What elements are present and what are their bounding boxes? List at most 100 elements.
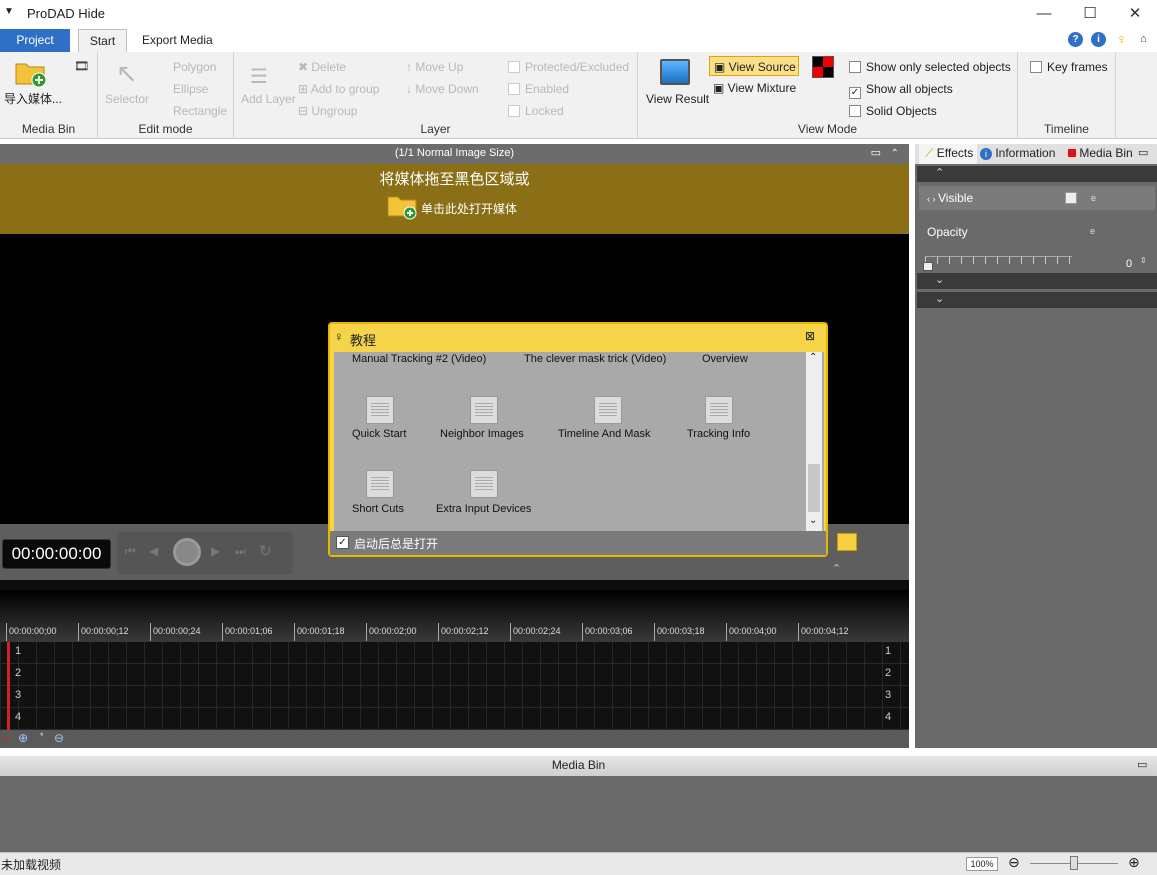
- locked-label: Locked: [525, 104, 564, 118]
- media-bin-area[interactable]: [0, 776, 1157, 852]
- color-swatch-icon[interactable]: [812, 56, 834, 78]
- add-to-group-button[interactable]: ⊞ Add to group: [298, 82, 379, 96]
- scroll-up-icon[interactable]: ⌃: [809, 352, 817, 363]
- ungroup-button[interactable]: ⊟ Ungroup: [298, 104, 357, 118]
- film-strip-icon[interactable]: 🎞: [74, 59, 89, 73]
- ungroup-label: Ungroup: [311, 104, 358, 118]
- play-button[interactable]: [173, 538, 201, 566]
- scrollbar-thumb[interactable]: [808, 464, 820, 512]
- locked-checkbox[interactable]: Locked: [508, 104, 564, 118]
- close-icon[interactable]: ⊠: [805, 329, 815, 343]
- close-button[interactable]: ✕: [1112, 0, 1157, 28]
- expand-section-icon[interactable]: ⌄: [917, 292, 1157, 308]
- view-mixture-button[interactable]: ▣ View Mixture: [713, 81, 796, 95]
- minimize-button[interactable]: —: [1021, 0, 1067, 28]
- protected-checkbox[interactable]: Protected/Excluded: [508, 60, 629, 74]
- magnet-icon[interactable]: ∩: [2, 731, 11, 745]
- maximize-panel-icon[interactable]: ▭: [1137, 756, 1147, 775]
- maximize-panel-icon[interactable]: ▭: [1138, 144, 1148, 164]
- import-media-button[interactable]: 导入媒体...: [4, 90, 62, 107]
- tutorial-item[interactable]: Extra Input Devices: [436, 470, 556, 530]
- delete-button[interactable]: ✖ Delete: [298, 60, 346, 74]
- selector-button[interactable]: Selector: [105, 92, 149, 106]
- ellipse-button[interactable]: Ellipse: [173, 82, 208, 96]
- tab-media-bin[interactable]: Media Bin: [1068, 144, 1133, 164]
- export-frame-icon[interactable]: [837, 533, 857, 551]
- tab-export-media[interactable]: Export Media: [134, 29, 221, 52]
- zoom-out-icon[interactable]: ⊖: [54, 731, 64, 745]
- zoom-out-icon[interactable]: ⊖: [1008, 854, 1020, 871]
- move-up-button[interactable]: ↑ Move Up: [406, 60, 463, 74]
- step-forward-icon[interactable]: ▶: [211, 544, 220, 558]
- zoom-in-icon[interactable]: ⊕: [1128, 854, 1140, 871]
- timeline-track[interactable]: 44: [0, 708, 909, 730]
- move-down-button[interactable]: ↓ Move Down: [406, 82, 479, 96]
- enabled-checkbox[interactable]: Enabled: [508, 82, 569, 96]
- scroll-down-icon[interactable]: ⌄: [809, 515, 817, 526]
- opacity-slider[interactable]: [925, 256, 1072, 264]
- go-end-icon[interactable]: ⏭: [235, 544, 246, 559]
- timeline-track[interactable]: 22: [0, 664, 909, 686]
- spinner-icon[interactable]: ⇕: [1140, 256, 1147, 265]
- tab-effects[interactable]: ⟋ Effects: [919, 144, 977, 164]
- tab-project[interactable]: Project: [0, 29, 70, 52]
- scrollbar[interactable]: ⌃ ⌄: [806, 352, 822, 531]
- reset-icon[interactable]: e: [1091, 186, 1096, 210]
- info-icon[interactable]: i: [1091, 32, 1106, 47]
- solid-objects-checkbox[interactable]: Solid Objects: [849, 104, 937, 118]
- zoom-in-icon[interactable]: ⊕: [18, 731, 28, 745]
- expand-up-icon[interactable]: ⌃: [832, 562, 841, 575]
- timeline-track[interactable]: 11: [0, 642, 909, 664]
- zoom-slider-thumb[interactable]: [1070, 856, 1078, 870]
- ribbon-group-timeline: Key frames Timeline: [1018, 52, 1116, 139]
- go-start-icon[interactable]: ⏮: [125, 544, 136, 559]
- visible-checkbox[interactable]: [1065, 192, 1077, 204]
- show-all-checkbox[interactable]: ✓ Show all objects: [849, 82, 953, 99]
- timeline-track[interactable]: 33: [0, 686, 909, 708]
- group-label-media-bin: Media Bin: [21, 122, 76, 136]
- tutorial-item[interactable]: Neighbor Images: [440, 396, 560, 456]
- collapse-ribbon-icon[interactable]: ⌂: [1136, 32, 1151, 47]
- view-result-button[interactable]: View Result: [646, 92, 709, 106]
- tutorial-item-label[interactable]: Overview: [702, 353, 748, 365]
- move-down-label: Move Down: [415, 82, 479, 96]
- opacity-slider-thumb[interactable]: [923, 262, 933, 271]
- import-media-icon[interactable]: [14, 58, 47, 88]
- expand-section-icon[interactable]: ⌄: [917, 273, 1157, 289]
- system-menu-icon[interactable]: ▼: [4, 6, 14, 17]
- add-layer-icon[interactable]: ☰: [250, 64, 268, 89]
- startup-checkbox[interactable]: ✓: [336, 536, 349, 549]
- tab-information[interactable]: i Information: [980, 144, 1055, 164]
- maximize-button[interactable]: ☐: [1067, 0, 1113, 28]
- show-selected-checkbox[interactable]: Show only selected objects: [849, 60, 1011, 74]
- loop-icon[interactable]: ↻: [259, 542, 272, 560]
- view-mixture-icon: ▣: [713, 81, 728, 95]
- tutorial-item[interactable]: Timeline And Mask: [558, 396, 678, 456]
- ribbon-group-layer: ☰ Add Layer ✖ Delete ⊞ Add to group ⊟ Un…: [234, 52, 638, 139]
- tab-start[interactable]: Start: [78, 29, 127, 53]
- polygon-button[interactable]: Polygon: [173, 60, 216, 74]
- playhead[interactable]: [7, 642, 10, 730]
- step-back-icon[interactable]: ◀: [149, 544, 158, 558]
- key-frames-checkbox[interactable]: Key frames: [1030, 60, 1108, 74]
- view-source-button[interactable]: ▣ View Source: [709, 56, 799, 76]
- zoom-level[interactable]: 100%: [966, 857, 998, 871]
- tutorial-item[interactable]: Tracking Info: [687, 396, 807, 456]
- add-layer-button[interactable]: Add Layer: [241, 92, 296, 106]
- lightbulb-icon[interactable]: ♀: [1114, 32, 1129, 47]
- solid-objects-label: Solid Objects: [866, 104, 937, 118]
- media-drop-area[interactable]: 将媒体拖至黑色区域或 单击此处打开媒体: [0, 164, 909, 234]
- help-icon[interactable]: ?: [1068, 32, 1083, 47]
- collapse-up-icon[interactable]: ⌃: [891, 144, 899, 163]
- collapse-section-icon[interactable]: ⌃: [917, 166, 1157, 182]
- open-media-link[interactable]: 单击此处打开媒体: [421, 200, 517, 217]
- monitor-icon[interactable]: [660, 59, 690, 85]
- visible-row[interactable]: ‹ › Visible e: [919, 186, 1155, 210]
- tutorial-item-label[interactable]: The clever mask trick (Video): [524, 353, 666, 365]
- open-media-folder-icon[interactable]: [387, 192, 419, 220]
- maximize-panel-icon[interactable]: ▭: [871, 144, 881, 163]
- rectangle-button[interactable]: Rectangle: [173, 104, 227, 118]
- selector-arrow-icon[interactable]: ↖: [116, 58, 138, 89]
- tutorial-item-label[interactable]: Manual Tracking #2 (Video): [352, 353, 486, 365]
- reset-icon[interactable]: e: [1090, 226, 1095, 236]
